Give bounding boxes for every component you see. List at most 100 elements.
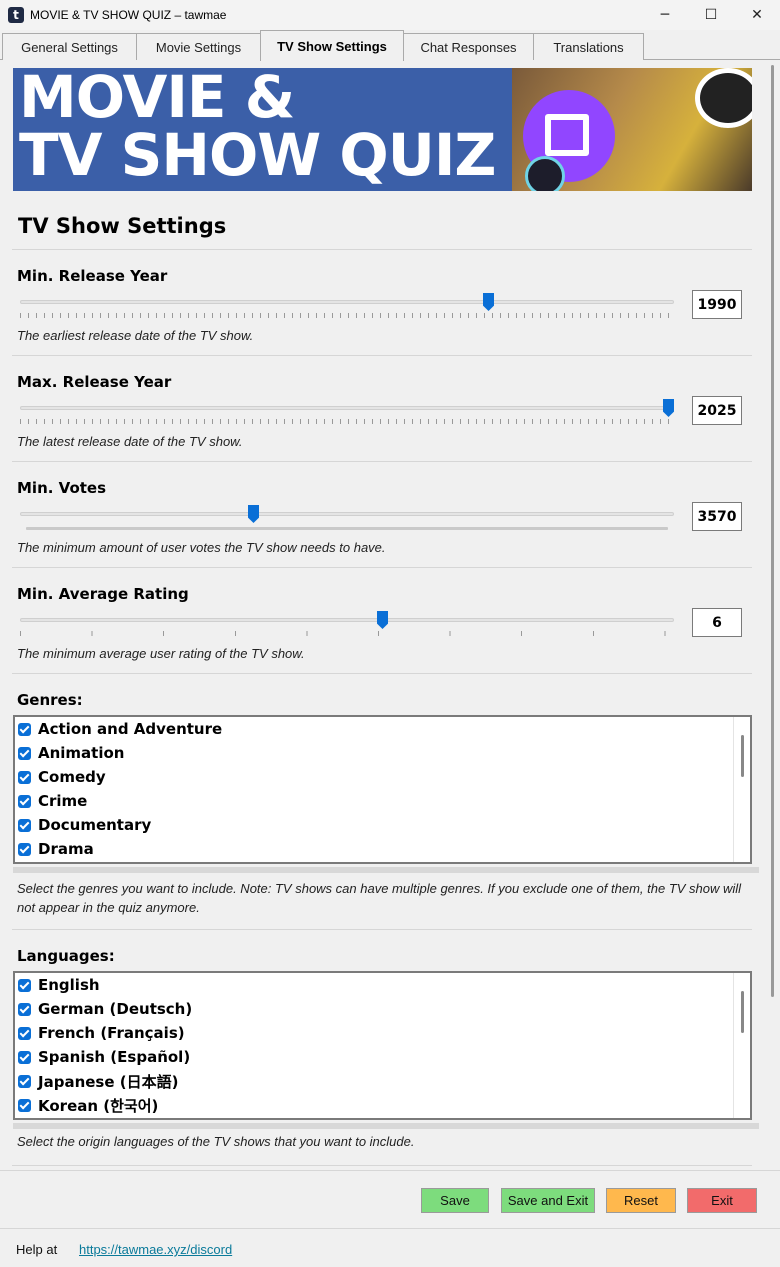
- checkbox-checked-icon[interactable]: [18, 746, 31, 760]
- reset-button[interactable]: Reset: [606, 1188, 676, 1213]
- min-average-rating-desc: The minimum average user rating of the T…: [17, 646, 305, 661]
- app-window: t MOVIE & TV SHOW QUIZ – tawmae ─ ☐ ✕ Ge…: [0, 0, 780, 1267]
- tab-bar: General Settings Movie Settings TV Show …: [0, 30, 780, 61]
- list-item-label: Documentary: [38, 816, 152, 834]
- settings-panel: MOVIE & TV SHOW QUIZ TV Show Settings Mi…: [0, 61, 766, 1169]
- genres-list[interactable]: Action and Adventure Animation Comedy Cr…: [13, 715, 752, 864]
- min-release-year-desc: The earliest release date of the TV show…: [17, 328, 254, 343]
- min-average-rating-value[interactable]: 6: [692, 608, 742, 637]
- list-item-label: Spanish (Español): [38, 1048, 191, 1066]
- minimize-button[interactable]: ─: [642, 0, 688, 30]
- slider-thumb[interactable]: [663, 399, 674, 417]
- tab-general-settings[interactable]: General Settings: [2, 33, 137, 60]
- list-item-label: Animation: [38, 744, 125, 762]
- maximize-button[interactable]: ☐: [688, 0, 734, 30]
- min-votes-value[interactable]: 3570: [692, 502, 742, 531]
- list-item[interactable]: Korean (한국어): [15, 1093, 750, 1117]
- streamerbot-logo-icon: [525, 156, 565, 191]
- divider: [0, 1228, 780, 1229]
- slider-ticks: [20, 419, 674, 424]
- help-label: Help at: [16, 1242, 58, 1257]
- content-scrollbar[interactable]: [768, 61, 778, 1169]
- min-average-rating-label: Min. Average Rating: [17, 585, 189, 603]
- tab-tv-show-settings[interactable]: TV Show Settings: [260, 30, 404, 61]
- slider-ticks: [26, 527, 668, 530]
- list-item[interactable]: French (Français): [15, 1021, 750, 1045]
- exit-button[interactable]: Exit: [687, 1188, 757, 1213]
- slider-track: [20, 300, 674, 304]
- slider-track: [20, 618, 674, 622]
- scrollbar-thumb[interactable]: [771, 65, 774, 997]
- list-item-label: English: [38, 976, 100, 994]
- list-item-label: Action and Adventure: [38, 720, 223, 738]
- languages-list[interactable]: English German (Deutsch) French (Françai…: [13, 971, 752, 1120]
- list-item[interactable]: Action and Adventure: [15, 717, 750, 741]
- genres-list-scrollbar[interactable]: [733, 717, 750, 862]
- window-title: MOVIE & TV SHOW QUIZ – tawmae: [30, 8, 227, 22]
- max-release-year-desc: The latest release date of the TV show.: [17, 434, 243, 449]
- max-release-year-label: Max. Release Year: [17, 373, 172, 391]
- list-item[interactable]: Crime: [15, 789, 750, 813]
- close-button[interactable]: ✕: [734, 0, 780, 30]
- slider-thumb[interactable]: [483, 293, 494, 311]
- list-item-label: Korean (한국어): [38, 1096, 159, 1115]
- divider: [12, 461, 752, 462]
- slider-track: [20, 406, 674, 410]
- checkbox-checked-icon[interactable]: [18, 1050, 31, 1064]
- checkbox-checked-icon[interactable]: [18, 1074, 31, 1088]
- checkbox-checked-icon[interactable]: [18, 978, 31, 992]
- save-button[interactable]: Save: [421, 1188, 489, 1213]
- list-item[interactable]: Spanish (Español): [15, 1045, 750, 1069]
- list-item-label: German (Deutsch): [38, 1000, 193, 1018]
- checkbox-checked-icon[interactable]: [18, 794, 31, 808]
- min-release-year-value[interactable]: 1990: [692, 290, 742, 319]
- languages-list-scrollbar[interactable]: [733, 973, 750, 1118]
- save-and-exit-button[interactable]: Save and Exit: [501, 1188, 595, 1213]
- slider-thumb[interactable]: [377, 611, 388, 629]
- list-item[interactable]: Comedy: [15, 765, 750, 789]
- languages-list-hscrollbar[interactable]: [13, 1123, 759, 1129]
- checkbox-checked-icon[interactable]: [18, 1002, 31, 1016]
- checkbox-checked-icon[interactable]: [18, 770, 31, 784]
- list-item[interactable]: Animation: [15, 741, 750, 765]
- divider: [12, 249, 752, 250]
- divider: [12, 567, 752, 568]
- quiz-banner: MOVIE & TV SHOW QUIZ: [13, 68, 752, 191]
- divider: [12, 355, 752, 356]
- checkbox-checked-icon[interactable]: [18, 842, 31, 856]
- page-title: TV Show Settings: [18, 214, 227, 238]
- languages-desc: Select the origin languages of the TV sh…: [17, 1134, 415, 1149]
- max-release-year-value[interactable]: 2025: [692, 396, 742, 425]
- banner-title: MOVIE & TV SHOW QUIZ: [19, 68, 496, 189]
- max-release-year-slider[interactable]: [20, 398, 674, 428]
- discord-link[interactable]: https://tawmae.xyz/discord: [79, 1242, 232, 1257]
- list-item[interactable]: Drama: [15, 837, 750, 861]
- obs-logo-icon: [695, 68, 752, 128]
- languages-label: Languages:: [17, 947, 115, 965]
- banner-title-line2: TV SHOW QUIZ: [19, 121, 496, 189]
- window-controls: ─ ☐ ✕: [642, 0, 780, 30]
- checkbox-checked-icon[interactable]: [18, 818, 31, 832]
- title-bar: t MOVIE & TV SHOW QUIZ – tawmae ─ ☐ ✕: [0, 0, 780, 30]
- checkbox-checked-icon[interactable]: [18, 1098, 31, 1112]
- list-item[interactable]: Japanese (日本語): [15, 1069, 750, 1093]
- min-average-rating-slider[interactable]: [20, 610, 674, 640]
- min-release-year-label: Min. Release Year: [17, 267, 168, 285]
- min-release-year-slider[interactable]: [20, 292, 674, 322]
- min-votes-desc: The minimum amount of user votes the TV …: [17, 540, 386, 555]
- checkbox-checked-icon[interactable]: [18, 722, 31, 736]
- divider: [12, 929, 752, 930]
- slider-thumb[interactable]: [248, 505, 259, 523]
- list-item[interactable]: English: [15, 973, 750, 997]
- tab-movie-settings[interactable]: Movie Settings: [136, 33, 261, 60]
- list-item[interactable]: German (Deutsch): [15, 997, 750, 1021]
- list-item-label: Comedy: [38, 768, 106, 786]
- checkbox-checked-icon[interactable]: [18, 1026, 31, 1040]
- genres-list-hscrollbar[interactable]: [13, 867, 759, 873]
- list-item[interactable]: Documentary: [15, 813, 750, 837]
- tab-translations[interactable]: Translations: [533, 33, 644, 60]
- min-votes-slider[interactable]: [20, 504, 674, 534]
- tab-chat-responses[interactable]: Chat Responses: [403, 33, 534, 60]
- divider: [12, 673, 752, 674]
- min-votes-label: Min. Votes: [17, 479, 107, 497]
